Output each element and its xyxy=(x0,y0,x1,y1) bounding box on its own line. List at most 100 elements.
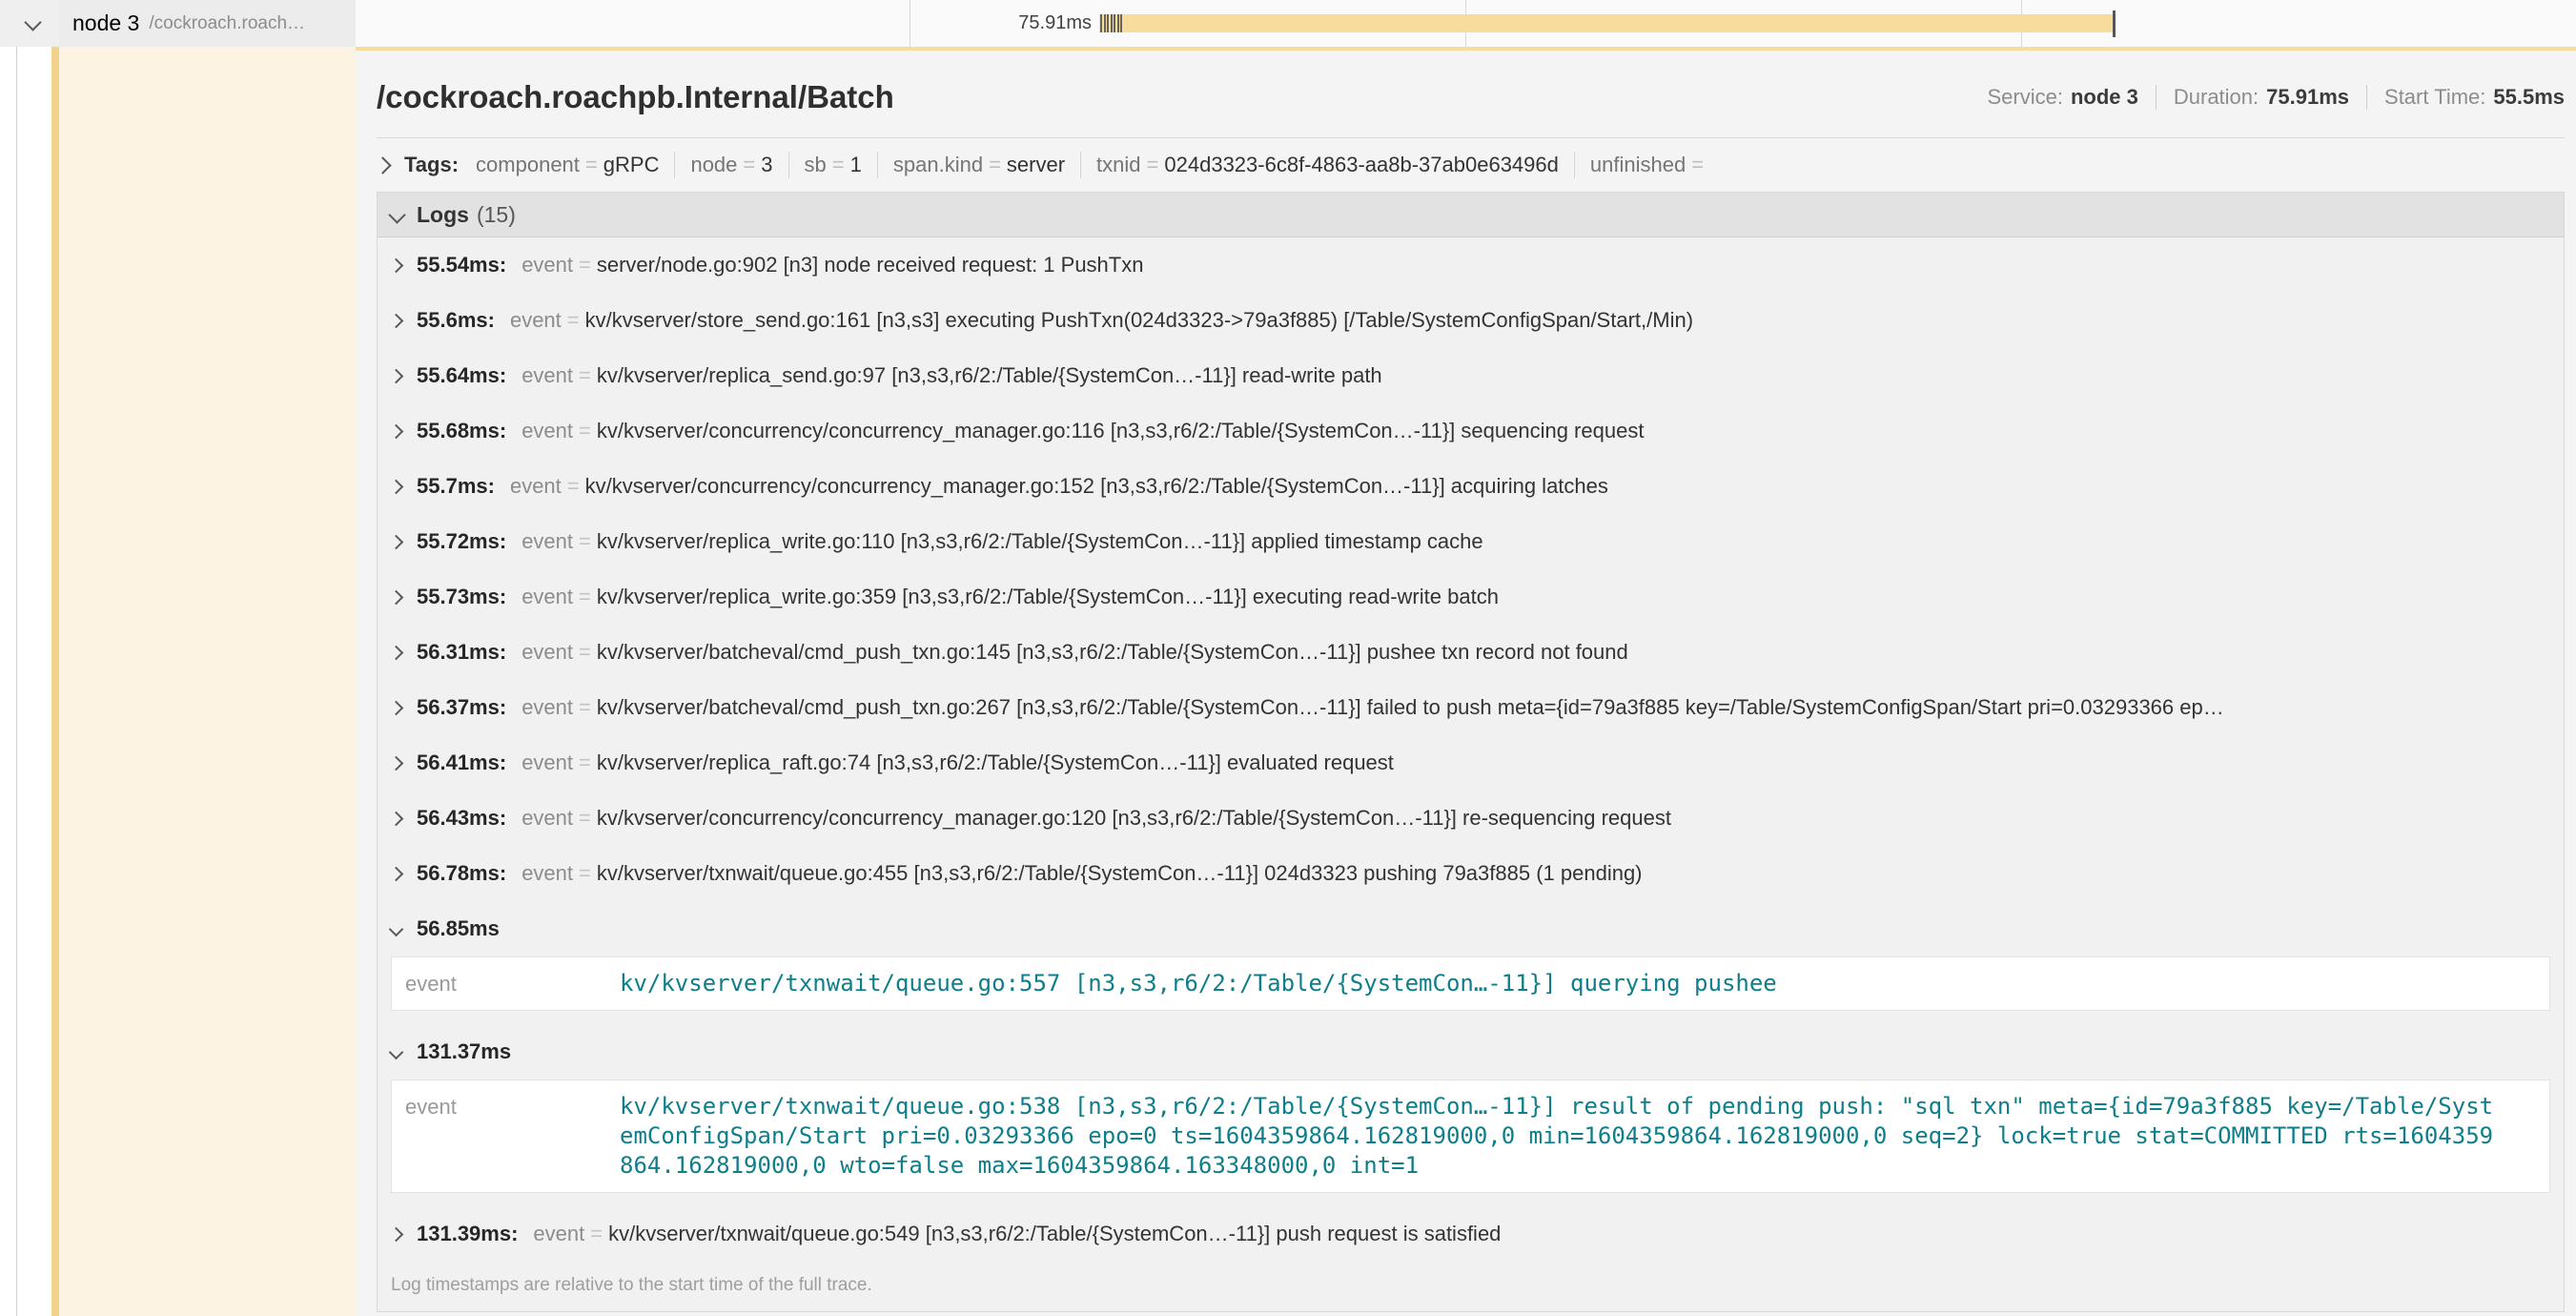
log-timestamp: 131.39ms: xyxy=(417,1222,518,1246)
log-row[interactable]: 55.72ms: event = kv/kvserver/replica_wri… xyxy=(378,514,2564,569)
log-row[interactable]: 56.37ms: event = kv/kvserver/batcheval/c… xyxy=(378,680,2564,735)
log-detail-value: kv/kvserver/txnwait/queue.go:538 [n3,s3,… xyxy=(620,1092,2496,1181)
log-message: kv/kvserver/concurrency/concurrency_mana… xyxy=(597,806,1671,831)
tag-value: server xyxy=(1007,153,1065,177)
tag-item: unfinished = xyxy=(1590,153,1709,177)
log-timestamp: 55.72ms: xyxy=(417,529,506,554)
log-timestamp: 56.43ms: xyxy=(417,806,506,831)
chevron-right-icon[interactable] xyxy=(389,1226,404,1242)
chevron-right-icon[interactable] xyxy=(389,479,404,494)
log-field-key: event xyxy=(521,529,573,554)
chevron-right-icon[interactable] xyxy=(389,700,404,715)
log-field-key: event xyxy=(533,1222,584,1246)
tag-separator xyxy=(1080,152,1081,178)
log-marker-end xyxy=(2113,10,2116,37)
log-field-key: event xyxy=(521,585,573,609)
tag-item: span.kind = server xyxy=(893,153,1065,177)
tag-value: gRPC xyxy=(603,153,660,177)
equals-sign: = xyxy=(989,153,1001,177)
equals-sign: = xyxy=(579,695,591,720)
log-detail-value: kv/kvserver/txnwait/queue.go:557 [n3,s3,… xyxy=(620,969,2496,998)
tags-accordion[interactable]: Tags: component = gRPC node = 3 sb = 1 s… xyxy=(377,138,2565,192)
log-message: kv/kvserver/replica_send.go:97 [n3,s3,r6… xyxy=(597,363,1382,388)
log-timestamp: 56.85ms xyxy=(417,916,500,941)
log-marker xyxy=(1100,14,1102,32)
log-timestamp: 55.73ms: xyxy=(417,585,506,609)
log-timestamp: 56.37ms: xyxy=(417,695,506,720)
chevron-right-icon[interactable] xyxy=(389,313,404,328)
log-row[interactable]: 55.6ms: event = kv/kvserver/store_send.g… xyxy=(378,293,2564,348)
log-field-key: event xyxy=(510,474,562,499)
chevron-right-icon[interactable] xyxy=(389,866,404,881)
service-label: Service: xyxy=(1987,85,2062,110)
span-name-column-tint xyxy=(59,47,356,1316)
log-message: kv/kvserver/store_send.go:161 [n3,s3] ex… xyxy=(585,308,1693,333)
tag-key: span.kind xyxy=(893,153,983,177)
log-row[interactable]: 55.64ms: event = kv/kvserver/replica_sen… xyxy=(378,348,2564,403)
chevron-right-icon[interactable] xyxy=(389,423,404,439)
tag-separator xyxy=(788,152,789,178)
log-entry-expanded: 56.85ms event kv/kvserver/txnwait/queue.… xyxy=(378,901,2564,1011)
log-field-key: event xyxy=(521,253,573,278)
log-timestamp: 55.7ms: xyxy=(417,474,495,499)
equals-sign: = xyxy=(585,153,598,177)
log-row-expanded-header[interactable]: 131.37ms xyxy=(378,1024,2564,1080)
log-row[interactable]: 55.54ms: event = server/node.go:902 [n3]… xyxy=(378,237,2564,293)
log-row[interactable]: 55.68ms: event = kv/kvserver/concurrency… xyxy=(378,403,2564,459)
log-row[interactable]: 56.78ms: event = kv/kvserver/txnwait/que… xyxy=(378,846,2564,901)
log-timestamp: 56.41ms: xyxy=(417,751,506,775)
log-field-key: event xyxy=(510,308,562,333)
span-timeline[interactable]: 75.91ms xyxy=(356,0,2576,47)
log-timestamp: 56.31ms: xyxy=(417,640,506,665)
equals-sign: = xyxy=(579,640,591,665)
duration-value: 75.91ms xyxy=(2266,85,2349,110)
tag-value: 024d3323-6c8f-4863-aa8b-37ab0e63496d xyxy=(1164,153,1558,177)
log-row[interactable]: 56.43ms: event = kv/kvserver/concurrency… xyxy=(378,791,2564,846)
log-timestamp: 55.68ms: xyxy=(417,419,506,443)
chevron-down-icon[interactable] xyxy=(388,206,405,223)
chevron-right-icon[interactable] xyxy=(389,589,404,605)
timeline-guide-line xyxy=(16,0,17,1316)
equals-sign: = xyxy=(579,861,591,886)
start-time-value: 55.5ms xyxy=(2493,85,2565,110)
log-field-key: event xyxy=(521,419,573,443)
chevron-right-icon[interactable] xyxy=(377,156,392,174)
equals-sign: = xyxy=(743,153,755,177)
page-title: /cockroach.roachpb.Internal/Batch xyxy=(377,79,894,115)
log-row[interactable]: 55.73ms: event = kv/kvserver/replica_wri… xyxy=(378,569,2564,625)
span-duration-bar[interactable] xyxy=(1099,14,2115,32)
log-message: server/node.go:902 [n3] node received re… xyxy=(597,253,1144,278)
span-detail-header: /cockroach.roachpb.Internal/Batch Servic… xyxy=(377,51,2565,137)
log-marker xyxy=(1107,14,1109,32)
equals-sign: = xyxy=(579,585,591,609)
chevron-down-icon[interactable] xyxy=(389,1044,404,1059)
tag-key: sb xyxy=(805,153,827,177)
log-message: kv/kvserver/batcheval/cmd_push_txn.go:14… xyxy=(597,640,1628,665)
log-row[interactable]: 56.31ms: event = kv/kvserver/batcheval/c… xyxy=(378,625,2564,680)
span-detail-panel: /cockroach.roachpb.Internal/Batch Servic… xyxy=(356,51,2576,1316)
log-row[interactable]: 131.39ms: event = kv/kvserver/txnwait/qu… xyxy=(378,1206,2564,1262)
log-marker xyxy=(1111,14,1113,32)
span-name-tab[interactable]: node 3 /cockroach.roach… xyxy=(59,0,356,47)
log-row[interactable]: 55.7ms: event = kv/kvserver/concurrency/… xyxy=(378,459,2564,514)
stat-separator xyxy=(2156,85,2157,110)
log-timestamp: 55.54ms: xyxy=(417,253,506,278)
log-row-expanded-header[interactable]: 56.85ms xyxy=(378,901,2564,956)
chevron-right-icon[interactable] xyxy=(389,534,404,549)
log-field-key: event xyxy=(521,861,573,886)
chevron-right-icon[interactable] xyxy=(389,257,404,273)
chevron-right-icon[interactable] xyxy=(389,368,404,383)
chevron-right-icon[interactable] xyxy=(389,755,404,771)
chevron-right-icon[interactable] xyxy=(389,811,404,826)
log-detail-field: event xyxy=(405,1092,620,1181)
equals-sign: = xyxy=(1147,153,1159,177)
log-row[interactable]: 56.41ms: event = kv/kvserver/replica_raf… xyxy=(378,735,2564,791)
log-field-key: event xyxy=(521,695,573,720)
chevron-right-icon[interactable] xyxy=(389,645,404,660)
log-timestamp: 55.64ms: xyxy=(417,363,506,388)
logs-header[interactable]: Logs (15) xyxy=(378,193,2564,237)
equals-sign: = xyxy=(590,1222,603,1246)
tag-item: node = 3 xyxy=(690,153,772,177)
chevron-down-icon[interactable] xyxy=(389,921,404,936)
span-service-name: node 3 xyxy=(72,10,139,36)
